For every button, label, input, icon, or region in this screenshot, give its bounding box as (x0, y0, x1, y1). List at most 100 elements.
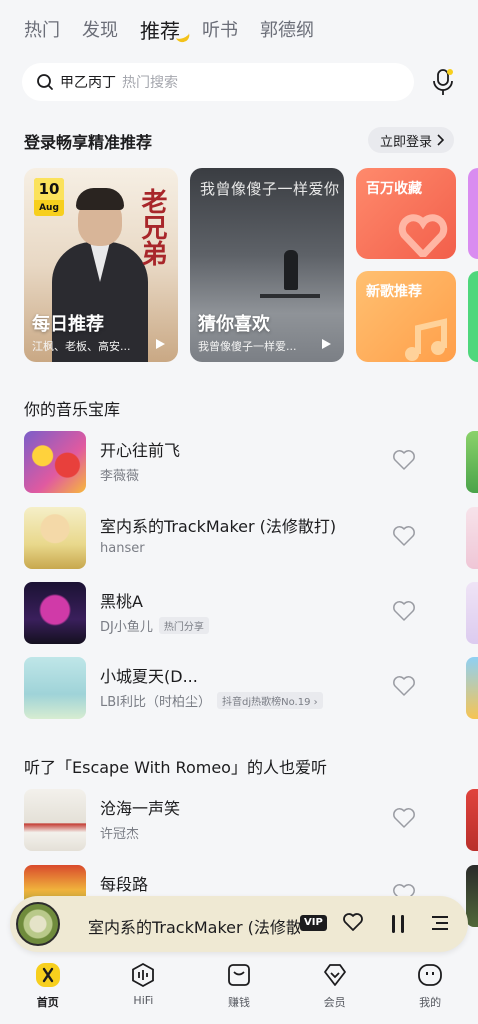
search-row: 甲乙丙丁 热门搜索 (22, 63, 456, 101)
song-title: 室内系的TrackMaker (法修散打) (100, 517, 337, 536)
earn-icon (228, 964, 250, 986)
vip-badge: VIP (300, 915, 327, 931)
tab-recommend-label: 推荐 (140, 19, 180, 43)
hifi-icon (132, 962, 155, 988)
player-cover[interactable] (16, 902, 60, 946)
song-title: 小城夏天(D... (100, 667, 198, 686)
tab-audiobook[interactable]: 听书 (202, 18, 238, 44)
heart-icon[interactable] (392, 807, 416, 829)
top-tab-bar: 热门 发现 推荐 听书 郭德纲 (24, 14, 478, 45)
nav-label: 会员 (323, 996, 346, 1009)
song-title: 黑桃A (100, 592, 143, 611)
cover-hair (76, 188, 124, 210)
chart-rank-label: 抖音dj热歌榜No.19 (222, 697, 311, 708)
peek-cover (466, 582, 478, 644)
date-day: 10 (34, 178, 64, 200)
date-badge: 10 Aug (34, 178, 64, 216)
music-note-decor-icon (405, 318, 447, 361)
recommend-cards: 老兄弟 10 Aug 每日推荐 江枫、老板、高安... 我曾像傻子一样爱你 猜你… (24, 168, 478, 362)
tab-recommend[interactable]: 推荐 (140, 18, 192, 45)
library-section-title: 你的音乐宝库 (24, 400, 121, 419)
peek-cover (466, 657, 478, 719)
peek-cover (466, 789, 478, 851)
mini-player[interactable]: 室内系的TrackMaker (法修散 VIP (10, 896, 468, 952)
heart-icon[interactable] (342, 912, 364, 932)
cover-bench (260, 294, 320, 298)
recommend-section-title: 登录畅享精准推荐 (24, 133, 153, 152)
new-songs-card[interactable]: 新歌推荐 (356, 271, 456, 362)
nav-home[interactable]: 首页 (0, 958, 96, 1024)
list-item[interactable]: 沧海一声笑 许冠杰 (24, 789, 478, 851)
list-item[interactable]: 室内系的TrackMaker (法修散打) hanser (24, 507, 478, 569)
peek-cover (466, 507, 478, 569)
heart-icon[interactable] (392, 600, 416, 622)
date-month: Aug (39, 203, 59, 213)
nav-vip[interactable]: 会员 (287, 958, 383, 1024)
home-icon (35, 963, 60, 987)
guess-you-like-title: 猜你喜欢 (198, 314, 270, 335)
play-icon[interactable] (154, 338, 166, 350)
song-title: 开心往前飞 (100, 441, 181, 460)
search-hint: 热门搜索 (122, 75, 178, 91)
song-tag: 热门分享 (158, 617, 209, 634)
new-songs-label: 新歌推荐 (366, 284, 422, 300)
heart-decor-icon (398, 214, 448, 257)
nav-label: 首页 (36, 996, 59, 1009)
album-cover (24, 657, 86, 719)
guess-you-like-subtitle: 我曾像傻子一样爱... (198, 340, 297, 353)
cover-silhouette (284, 250, 298, 290)
cover-calligraphy: 老兄弟 (137, 188, 167, 266)
player-song-title: 室内系的TrackMaker (法修散 (88, 918, 300, 937)
album-cover (24, 582, 86, 644)
song-title: 每段路 (100, 875, 149, 894)
list-item[interactable]: 黑桃A DJ小鱼儿 热门分享 (24, 582, 478, 644)
album-cover (24, 789, 86, 851)
song-title: 沧海一声笑 (100, 799, 181, 818)
search-query: 甲乙丙丁 (60, 75, 116, 91)
tab-discover[interactable]: 发现 (82, 18, 118, 44)
peek-card[interactable] (468, 168, 478, 259)
list-item[interactable]: 开心往前飞 李薇薇 (24, 431, 478, 493)
heart-icon[interactable] (392, 525, 416, 547)
login-button[interactable]: 立即登录 (367, 127, 454, 153)
peek-card[interactable] (468, 271, 478, 362)
million-favorites-label: 百万收藏 (366, 181, 422, 197)
nav-label: 我的 (419, 996, 442, 1009)
search-input[interactable]: 甲乙丙丁 热门搜索 (22, 63, 414, 101)
list-item[interactable]: 小城夏天(D... LBI利比（时柏尘） 抖音dj热歌榜No.19 › (24, 657, 478, 719)
song-artist: hanser (100, 541, 145, 556)
peek-cover (466, 865, 478, 927)
song-artist: LBI利比（时柏尘） 抖音dj热歌榜No.19 › (100, 691, 323, 710)
daily-recommend-title: 每日推荐 (32, 314, 104, 335)
chevron-right-icon (437, 134, 444, 146)
pause-icon[interactable] (390, 914, 406, 934)
nav-label: HiFi (133, 994, 154, 1007)
song-artist: 许冠杰 (100, 827, 140, 842)
song-artist-name: DJ小鱼儿 (100, 620, 153, 635)
tab-hot[interactable]: 热门 (24, 18, 60, 44)
guess-you-like-card[interactable]: 我曾像傻子一样爱你 猜你喜欢 我曾像傻子一样爱... (190, 168, 344, 362)
daily-recommend-card[interactable]: 老兄弟 10 Aug 每日推荐 江枫、老板、高安... (24, 168, 178, 362)
playlist-icon[interactable] (430, 913, 450, 933)
song-artist: DJ小鱼儿 热门分享 (100, 616, 209, 635)
song-artist-name: LBI利比（时柏尘） (100, 695, 211, 710)
vip-icon (323, 964, 346, 986)
album-cover (24, 507, 86, 569)
profile-icon (418, 964, 443, 986)
search-icon (37, 74, 53, 90)
cover-art-text: 我曾像傻子一样爱你 (200, 180, 340, 198)
tab-guo-degang[interactable]: 郭德纲 (260, 18, 314, 44)
bottom-nav: 首页 HiFi 赚钱 会员 我的 (0, 958, 478, 1024)
heart-icon[interactable] (392, 675, 416, 697)
nav-earn[interactable]: 赚钱 (191, 958, 287, 1024)
nav-hifi[interactable]: HiFi (96, 958, 192, 1024)
heart-icon[interactable] (392, 449, 416, 471)
million-favorites-card[interactable]: 百万收藏 (356, 168, 456, 259)
play-icon[interactable] (320, 338, 332, 350)
peek-cover (466, 431, 478, 493)
chart-rank-tag[interactable]: 抖音dj热歌榜No.19 › (217, 692, 323, 709)
login-button-label: 立即登录 (379, 134, 432, 150)
voice-search-icon[interactable] (430, 67, 456, 97)
nav-profile[interactable]: 我的 (382, 958, 478, 1024)
nav-label: 赚钱 (227, 996, 250, 1009)
